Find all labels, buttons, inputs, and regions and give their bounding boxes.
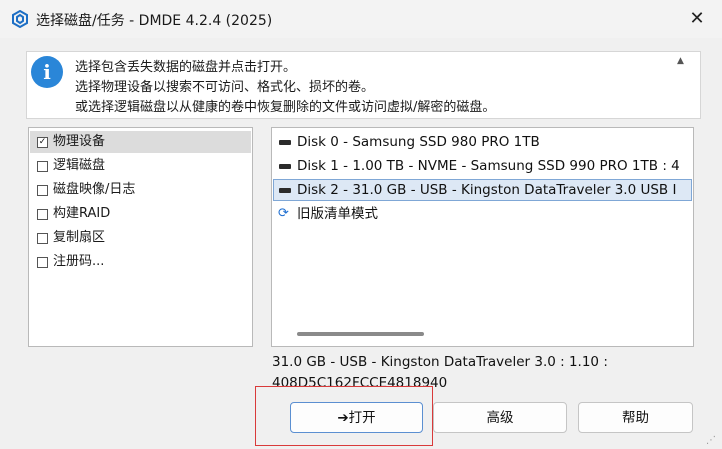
- open-label: 打开: [348, 410, 376, 426]
- disk-item-1[interactable]: Disk 1 - 1.00 TB - NVME - Samsung SSD 99…: [273, 155, 692, 177]
- disk-label: 旧版清单模式: [297, 206, 378, 222]
- resize-grip-icon[interactable]: ⋰: [706, 435, 718, 447]
- legacy-list-mode-item[interactable]: ⟳ 旧版清单模式: [273, 203, 692, 225]
- drive-icon: [279, 140, 291, 145]
- category-item-registration[interactable]: 注册码...: [30, 251, 251, 273]
- refresh-icon: ⟳: [278, 206, 289, 221]
- disk-item-0[interactable]: Disk 0 - Samsung SSD 980 PRO 1TB: [273, 131, 692, 153]
- disk-label: Disk 0 - Samsung SSD 980 PRO 1TB: [297, 134, 540, 150]
- category-label: 复制扇区: [53, 230, 106, 245]
- drive-icon: [279, 164, 291, 169]
- info-line-1: 选择包含丢失数据的磁盘并点击打开。: [75, 60, 297, 75]
- category-label: 逻辑磁盘: [53, 158, 106, 173]
- category-list[interactable]: ✓ 物理设备 逻辑磁盘 磁盘映像/日志 构建RAID 复制扇区 注册码...: [28, 127, 253, 347]
- info-icon: i: [31, 56, 63, 88]
- checkbox-icon[interactable]: [37, 257, 48, 268]
- disk-item-2[interactable]: Disk 2 - 31.0 GB - USB - Kingston DataTr…: [273, 179, 692, 201]
- disk-label: Disk 2 - 31.0 GB - USB - Kingston DataTr…: [297, 182, 677, 198]
- category-label: 物理设备: [53, 134, 106, 149]
- category-item-physical-devices[interactable]: ✓ 物理设备: [30, 131, 251, 153]
- advanced-button[interactable]: 高级: [433, 402, 567, 433]
- help-button[interactable]: 帮助: [578, 402, 693, 433]
- info-panel: i 选择包含丢失数据的磁盘并点击打开。 选择物理设备以搜索不可访问、格式化、损坏…: [26, 51, 701, 119]
- category-label: 磁盘映像/日志: [53, 182, 136, 197]
- close-button[interactable]: ✕: [682, 4, 712, 34]
- arrow-right-icon: ➔: [337, 410, 349, 426]
- window-title: 选择磁盘/任务 - DMDE 4.2.4 (2025): [36, 13, 273, 29]
- drive-icon: [279, 188, 291, 193]
- disk-label: Disk 1 - 1.00 TB - NVME - Samsung SSD 99…: [297, 158, 680, 174]
- category-label: 注册码...: [53, 254, 105, 269]
- scroll-up-arrow-icon[interactable]: ▲: [677, 56, 684, 66]
- disk-details-line-2: 408D5C162FCCE4818940: [272, 375, 448, 391]
- checkbox-icon[interactable]: [37, 161, 48, 172]
- info-line-3: 或选择逻辑磁盘以从健康的卷中恢复删除的文件或访问虚拟/解密的磁盘。: [75, 100, 496, 115]
- category-item-logical-disks[interactable]: 逻辑磁盘: [30, 155, 251, 177]
- checkbox-icon[interactable]: ✓: [37, 137, 48, 148]
- checkbox-icon[interactable]: [37, 233, 48, 244]
- title-bar: 选择磁盘/任务 - DMDE 4.2.4 (2025) ✕: [0, 0, 722, 38]
- category-item-build-raid[interactable]: 构建RAID: [30, 203, 251, 225]
- horizontal-scrollbar[interactable]: [297, 332, 424, 336]
- checkbox-icon[interactable]: [37, 185, 48, 196]
- dmde-logo-icon: [12, 10, 28, 28]
- info-line-2: 选择物理设备以搜索不可访问、格式化、损坏的卷。: [75, 80, 375, 95]
- disk-details-line-1: 31.0 GB - USB - Kingston DataTraveler 3.…: [272, 354, 608, 370]
- checkbox-icon[interactable]: [37, 209, 48, 220]
- open-button[interactable]: ➔打开: [290, 402, 423, 433]
- category-label: 构建RAID: [53, 206, 111, 221]
- disk-list[interactable]: Disk 0 - Samsung SSD 980 PRO 1TB Disk 1 …: [271, 127, 694, 347]
- category-item-disk-images[interactable]: 磁盘映像/日志: [30, 179, 251, 201]
- category-item-copy-sectors[interactable]: 复制扇区: [30, 227, 251, 249]
